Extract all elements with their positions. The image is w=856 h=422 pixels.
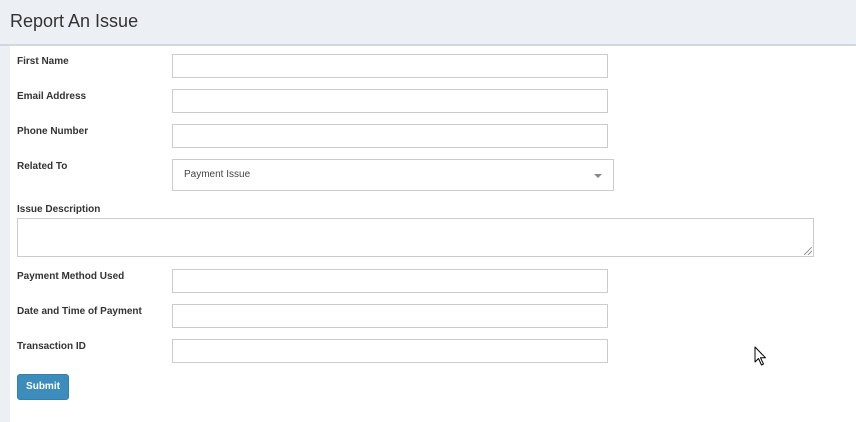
left-gutter [0, 46, 10, 422]
first-name-input[interactable] [172, 54, 608, 78]
submit-button[interactable]: Submit [17, 374, 69, 400]
transaction-id-input[interactable] [172, 339, 608, 363]
page-title: Report An Issue [10, 11, 139, 31]
mouse-pointer-icon [754, 346, 766, 366]
resize-handle-icon[interactable] [804, 247, 812, 255]
issue-description-label: Issue Description [17, 204, 101, 215]
transaction-id-label: Transaction ID [17, 341, 86, 352]
payment-method-input[interactable] [172, 269, 608, 293]
first-name-label: First Name [17, 56, 69, 67]
email-label: Email Address [17, 91, 87, 102]
related-to-select[interactable]: Payment Issue [172, 159, 614, 191]
page-header: Report An Issue [0, 0, 856, 46]
related-to-label: Related To [17, 161, 68, 172]
related-to-selected-value: Payment Issue [184, 169, 251, 180]
phone-input[interactable] [172, 124, 608, 148]
issue-description-textarea[interactable] [17, 218, 814, 257]
payment-datetime-input[interactable] [172, 304, 608, 328]
chevron-down-icon [594, 174, 602, 178]
payment-method-label: Payment Method Used [17, 271, 125, 282]
phone-label: Phone Number [17, 126, 89, 137]
report-issue-form: First Name Email Address Phone Number Re… [10, 46, 856, 422]
payment-datetime-label: Date and Time of Payment [17, 306, 142, 317]
email-input[interactable] [172, 89, 608, 113]
